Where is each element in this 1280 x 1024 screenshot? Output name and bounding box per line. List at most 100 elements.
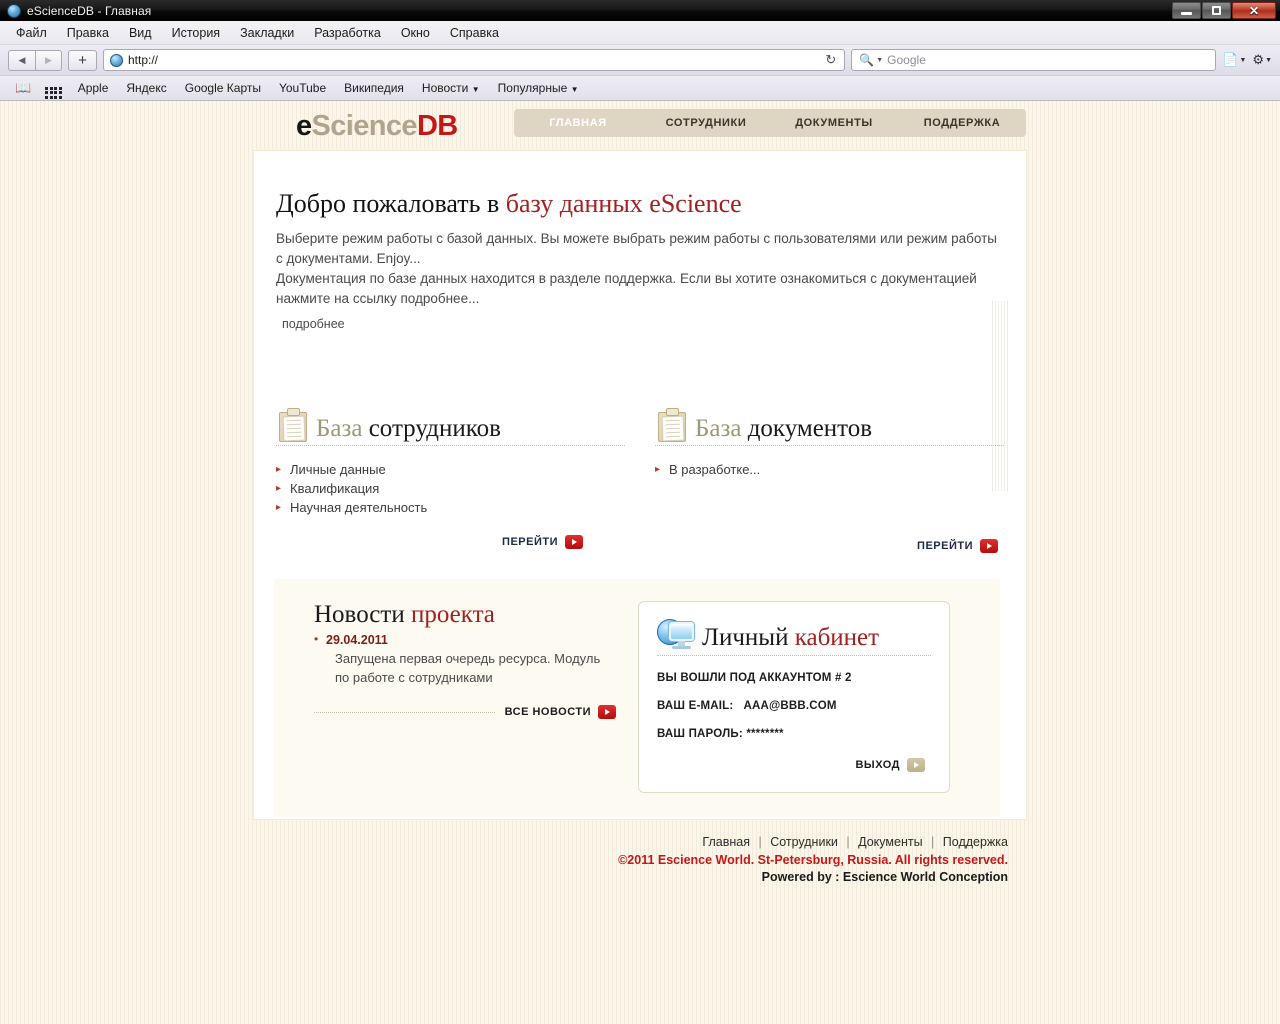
cabinet-title-accent: кабинет [795, 624, 879, 651]
url-text: http:// [128, 53, 820, 67]
page-viewport: eScienceDB ГЛАВНАЯ СОТРУДНИКИ ДОКУМЕНТЫ … [0, 101, 1280, 1024]
new-tab-button[interactable]: + [68, 50, 97, 71]
cabinet-account-line: ВЫ ВОШЛИ ПОД АККАУНТОМ # 2 [657, 672, 931, 684]
news-title: Новости проекта [314, 601, 616, 629]
menu-item-bookmarks[interactable]: Закладки [230, 24, 304, 42]
footer-separator: | [926, 835, 939, 849]
top-sites-icon[interactable] [38, 78, 69, 99]
play-arrow-icon [907, 758, 925, 772]
nav-item-employees[interactable]: СОТРУДНИКИ [642, 117, 770, 129]
clipboard-icon [276, 407, 310, 443]
reload-icon[interactable]: ↻ [825, 52, 838, 68]
section-documents-list: В разработке... [655, 460, 1004, 479]
site-header: eScienceDB ГЛАВНАЯ СОТРУДНИКИ ДОКУМЕНТЫ … [254, 101, 1026, 151]
menu-item-history[interactable]: История [162, 24, 230, 42]
page-title-accent: базу данных eScience [506, 189, 742, 218]
search-placeholder: Google [887, 53, 926, 67]
news-item-text: Запущена первая очередь ресурса. Модуль … [326, 649, 616, 687]
menu-item-help[interactable]: Справка [440, 24, 509, 42]
list-item[interactable]: Квалификация [276, 479, 625, 498]
cabinet-title: Личный кабинет [702, 624, 879, 652]
browser-menubar: Файл Правка Вид История Закладки Разрабо… [0, 21, 1280, 45]
play-arrow-icon[interactable] [598, 705, 616, 719]
hero-paragraph-1: Выберите режим работы с базой данных. Вы… [276, 229, 1004, 269]
cabinet-logout[interactable]: ВЫХОД [657, 758, 931, 772]
bookmark-news[interactable]: Новости ▼ [413, 79, 489, 97]
news-item-date: 29.04.2011 [326, 633, 616, 647]
footer-link-employees[interactable]: Сотрудники [770, 835, 838, 849]
section-employees-title: База сотрудников [316, 415, 501, 443]
go-label: ПЕРЕЙТИ [502, 536, 558, 548]
bookmark-youtube[interactable]: YouTube [270, 79, 335, 97]
nav-item-home[interactable]: ГЛАВНАЯ [514, 117, 642, 129]
logout-label: ВЫХОД [855, 759, 900, 771]
section-employees: База сотрудников Личные данные Квалифика… [276, 407, 625, 553]
page-actions-icon[interactable]: 📄▼ [1222, 52, 1246, 68]
chevron-down-icon[interactable]: ▼ [876, 57, 883, 64]
section-employees-title-accent: База [316, 415, 362, 442]
bookmark-popular[interactable]: Популярные ▼ [489, 79, 588, 97]
maximize-button[interactable] [1202, 2, 1231, 19]
all-news-label[interactable]: ВСЕ НОВОСТИ [505, 706, 591, 718]
footer-link-home[interactable]: Главная [702, 835, 750, 849]
read-more-link[interactable]: подробнее [282, 317, 345, 331]
footer-link-documents[interactable]: Документы [858, 835, 922, 849]
cabinet-email-label: ВАШ E-MAIL: [657, 700, 733, 712]
chevron-down-icon: ▼ [472, 85, 480, 94]
nav-item-documents[interactable]: ДОКУМЕНТЫ [770, 117, 898, 129]
news-title-accent: проекта [411, 601, 495, 628]
monitor-globe-icon [657, 616, 695, 652]
footer-separator: | [753, 835, 766, 849]
cabinet-header: Личный кабинет [657, 616, 931, 656]
search-box[interactable]: 🔍 ▼ Google [851, 49, 1216, 71]
section-documents-title-plain: документов [748, 415, 872, 442]
news-block: Новости проекта 29.04.2011 Запущена перв… [296, 597, 616, 719]
search-icon: 🔍 [859, 53, 874, 67]
section-documents-go[interactable]: ПЕРЕЙТИ [655, 539, 1004, 553]
nav-button-group: ◀ ▶ [8, 50, 62, 71]
section-documents-title: База документов [695, 415, 872, 443]
database-sections: База сотрудников Личные данные Квалифика… [276, 407, 1004, 553]
close-button[interactable]: ✕ [1232, 2, 1276, 19]
back-button[interactable]: ◀ [8, 50, 35, 71]
nav-item-support[interactable]: ПОДДЕРЖКА [898, 117, 1026, 129]
cabinet-password-row: ВАШ ПАРОЛЬ: ******** [657, 728, 931, 740]
site-footer: Главная | Сотрудники | Документы | Подде… [254, 819, 1026, 884]
logo-part-e: e [296, 110, 312, 142]
cabinet-password-value: ******** [746, 728, 783, 740]
address-bar[interactable]: http:// ↻ [103, 49, 845, 71]
site-logo[interactable]: eScienceDB [254, 110, 458, 143]
footer-powered-by: Powered by : Escience World Conception [254, 870, 1008, 884]
cabinet-email-value: AAA@BBB.COM [743, 700, 836, 712]
menu-item-edit[interactable]: Правка [57, 24, 119, 42]
window-title: eScienceDB - Главная [27, 4, 151, 18]
section-employees-header: База сотрудников [276, 407, 625, 446]
gear-icon[interactable]: ⚙▼ [1252, 52, 1272, 68]
main-navigation: ГЛАВНАЯ СОТРУДНИКИ ДОКУМЕНТЫ ПОДДЕРЖКА [514, 109, 1026, 137]
bookmark-apple[interactable]: Apple [69, 79, 118, 97]
menu-item-window[interactable]: Окно [391, 24, 440, 42]
page-shell: eScienceDB ГЛАВНАЯ СОТРУДНИКИ ДОКУМЕНТЫ … [254, 101, 1026, 819]
bookmark-yandex[interactable]: Яндекс [117, 79, 175, 97]
go-label: ПЕРЕЙТИ [917, 540, 973, 552]
bookmark-popular-label: Популярные [498, 81, 568, 95]
site-globe-icon [110, 54, 123, 67]
list-item[interactable]: Личные данные [276, 460, 625, 479]
list-item[interactable]: Научная деятельность [276, 498, 625, 517]
bookmark-news-label: Новости [422, 81, 468, 95]
minimize-button[interactable] [1172, 2, 1201, 19]
menu-item-file[interactable]: Файл [6, 24, 57, 42]
footer-link-support[interactable]: Поддержка [943, 835, 1008, 849]
menu-item-view[interactable]: Вид [119, 24, 162, 42]
footer-links: Главная | Сотрудники | Документы | Подде… [254, 835, 1008, 849]
reading-list-icon[interactable]: 📖 [8, 80, 38, 96]
browser-window: eScienceDB - Главная ✕ Файл Правка Вид И… [0, 0, 1280, 1024]
menu-item-develop[interactable]: Разработка [304, 24, 391, 42]
logo-part-db: DB [417, 110, 458, 142]
bookmark-google-maps[interactable]: Google Карты [176, 79, 270, 97]
page-title: Добро пожаловать в базу данных eScience [276, 189, 1004, 219]
section-employees-go[interactable]: ПЕРЕЙТИ [276, 535, 625, 549]
bookmark-wikipedia[interactable]: Википедия [335, 79, 413, 97]
forward-button[interactable]: ▶ [35, 50, 62, 71]
favicon-icon [7, 4, 21, 18]
